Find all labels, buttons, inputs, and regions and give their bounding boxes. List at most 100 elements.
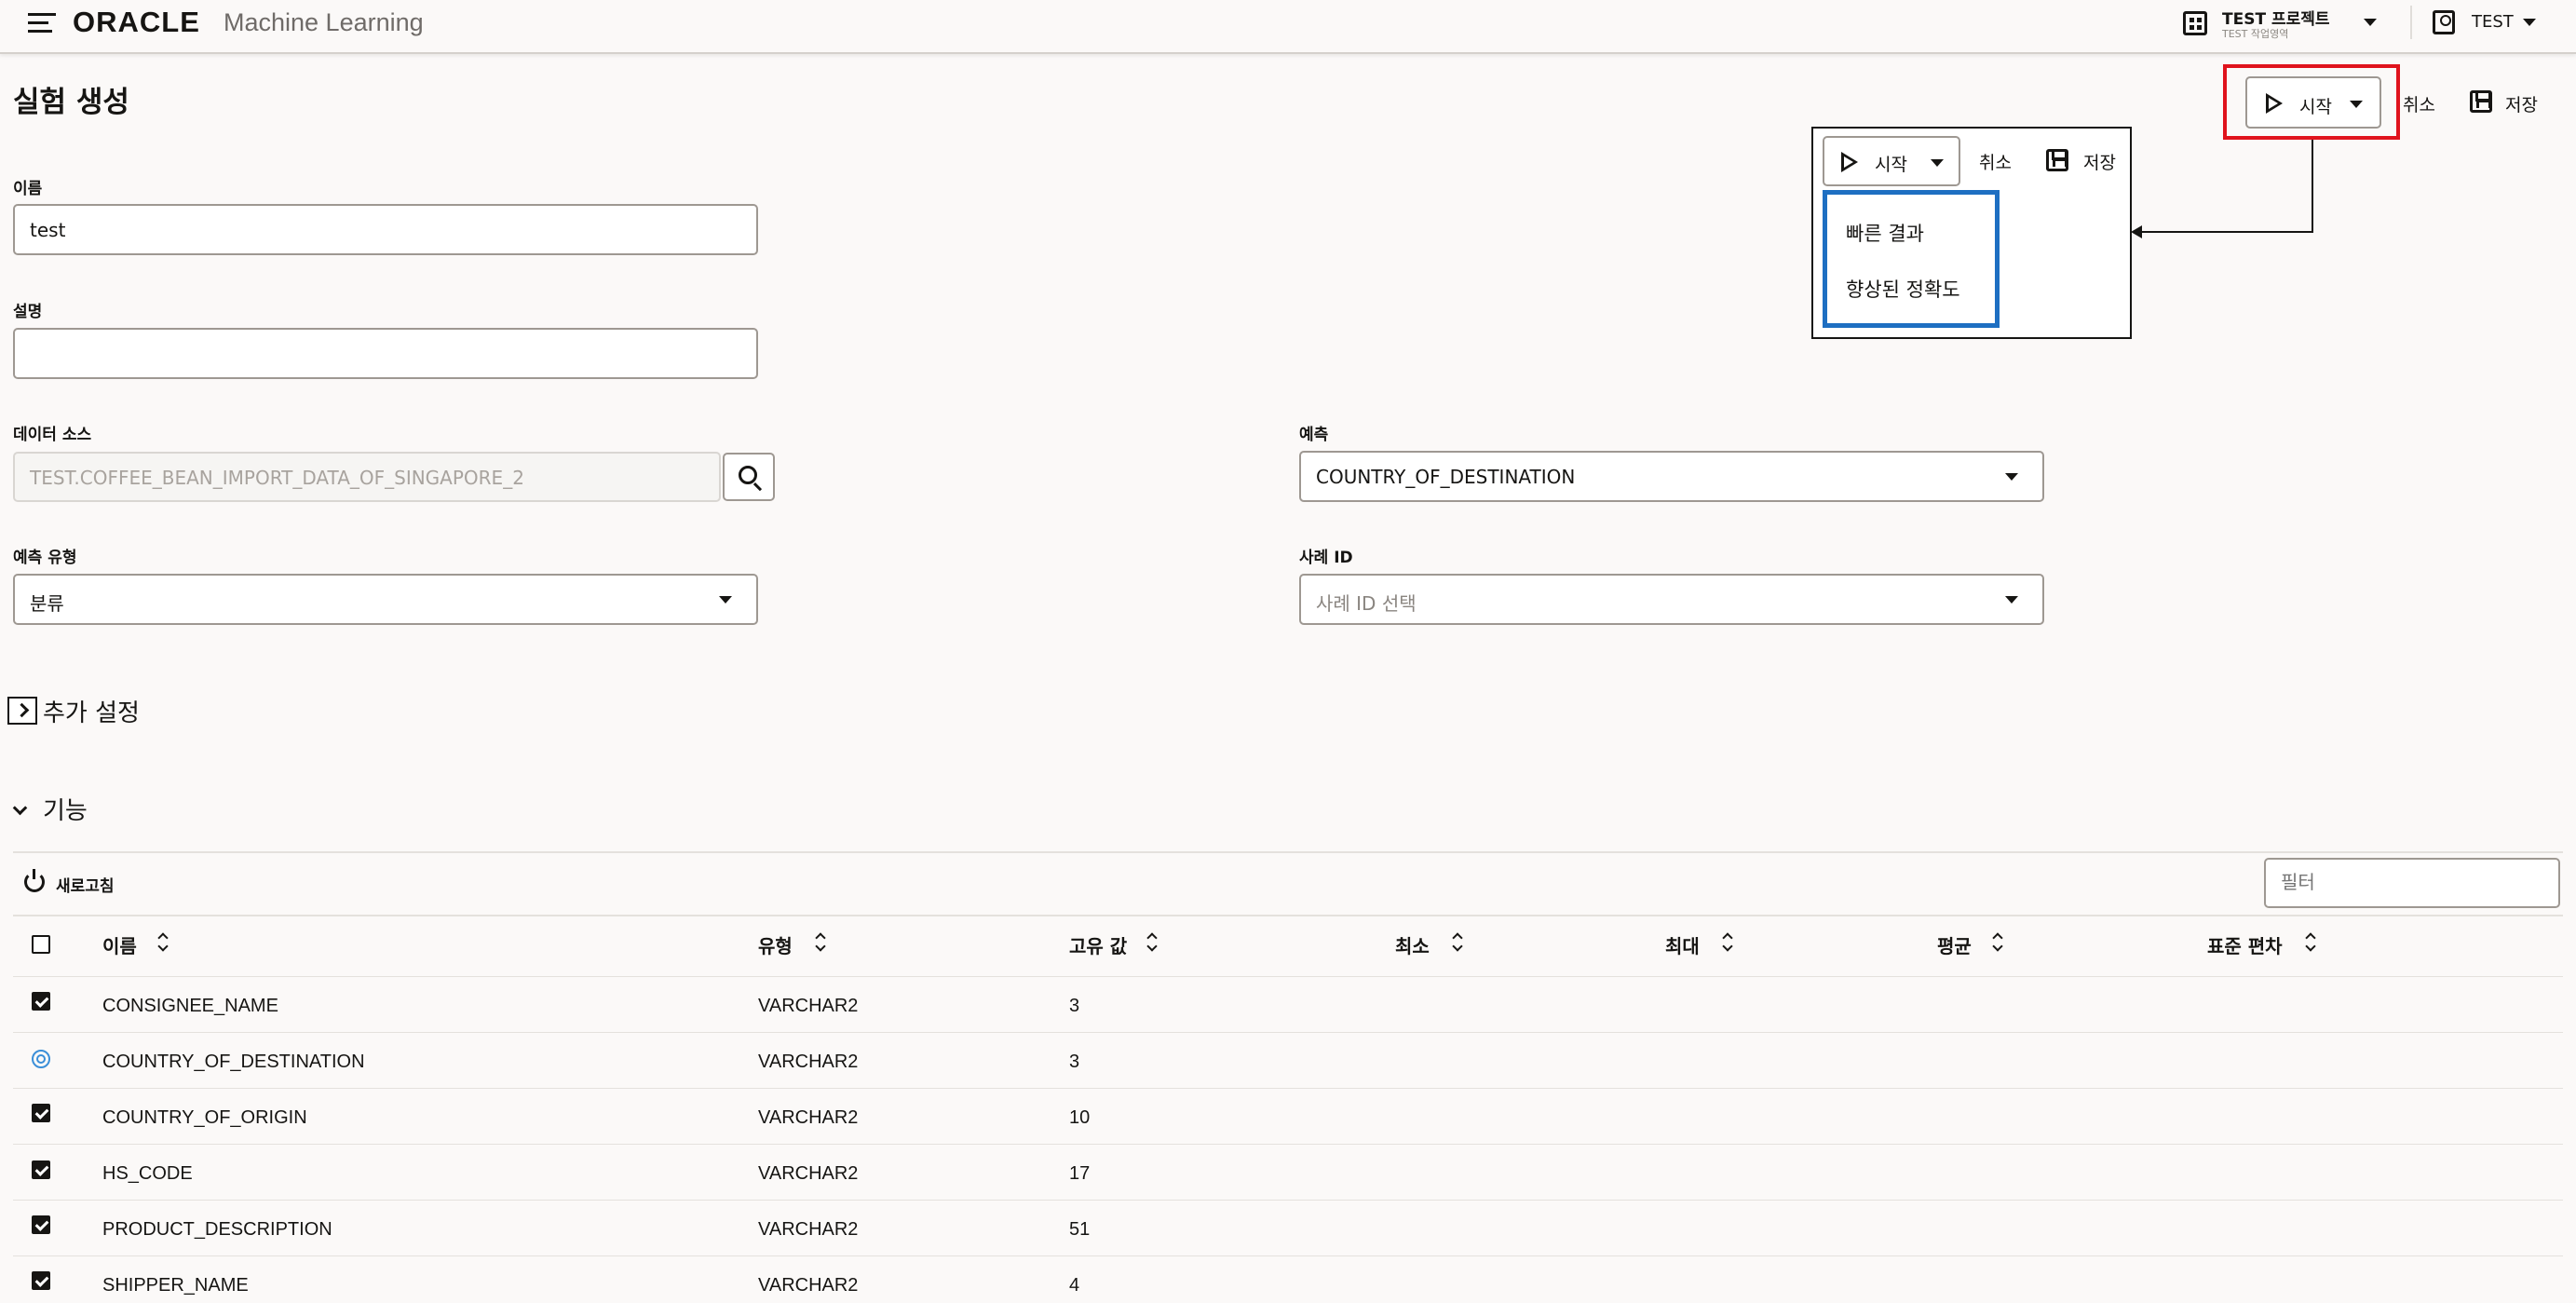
app-header: ORACLE Machine Learning TEST 프로젝트 TEST 작… [0, 0, 2576, 54]
row-name: SHIPPER_NAME [102, 1275, 249, 1296]
row-divider [13, 1032, 2563, 1033]
column-header-unique[interactable]: 고유 값 [1069, 931, 1127, 958]
row-unique: 10 [1069, 1107, 1091, 1128]
description-label: 설명 [13, 303, 43, 321]
column-header-min[interactable]: 최소 [1395, 931, 1430, 958]
row-name: PRODUCT_DESCRIPTION [102, 1219, 332, 1240]
chevron-down-icon [2005, 596, 2018, 604]
callout-save-label: 저장 [2083, 153, 2116, 173]
save-button[interactable]: 저장 [2505, 91, 2538, 116]
row-unique: 51 [1069, 1219, 1091, 1240]
row-name: COUNTRY_OF_DESTINATION [102, 1052, 365, 1072]
refresh-icon[interactable] [24, 869, 45, 892]
save-icon[interactable] [2470, 90, 2492, 113]
row-unique: 17 [1069, 1163, 1091, 1184]
chevron-right-icon [14, 702, 30, 718]
start-button-highlight [2223, 64, 2400, 140]
chevron-down-icon [2005, 473, 2018, 481]
row-checkbox[interactable] [32, 992, 50, 1011]
toolbar-divider [13, 915, 2563, 916]
name-value: test [30, 219, 66, 241]
filter-input[interactable] [2264, 858, 2560, 908]
user-dropdown-icon[interactable] [2523, 19, 2536, 26]
case-id-placeholder: 사례 ID 선택 [1316, 592, 1417, 615]
row-unique: 3 [1069, 996, 1080, 1016]
predict-label: 예측 [1299, 426, 1329, 444]
row-type: VARCHAR2 [758, 1219, 859, 1240]
callout-cancel-label: 취소 [1979, 153, 2012, 173]
row-unique: 4 [1069, 1275, 1080, 1296]
row-divider [13, 1255, 2563, 1256]
sort-icon[interactable] [1993, 934, 2002, 951]
target-icon [32, 1050, 50, 1068]
section-divider [13, 851, 2563, 853]
sort-icon[interactable] [2306, 934, 2315, 951]
predict-select[interactable]: COUNTRY_OF_DESTINATION [1299, 451, 2044, 502]
user-name[interactable]: TEST [2472, 12, 2514, 32]
search-icon [739, 466, 757, 484]
cancel-button[interactable]: 취소 [2403, 91, 2435, 116]
callout-start-label: 시작 [1875, 155, 1907, 175]
description-field[interactable] [13, 328, 758, 379]
predict-type-value: 분류 [30, 592, 64, 615]
row-name: CONSIGNEE_NAME [102, 996, 278, 1016]
app-name: Machine Learning [224, 8, 424, 36]
project-dropdown-icon[interactable] [2364, 19, 2377, 26]
start-menu-highlight: 빠른 결과 향상된 정확도 [1823, 190, 2000, 328]
datasource-search-button[interactable] [723, 453, 775, 501]
chevron-down-icon[interactable] [12, 800, 28, 816]
row-checkbox[interactable] [32, 1215, 50, 1234]
select-all-checkbox[interactable] [32, 935, 50, 954]
datasource-field: TEST.COFFEE_BEAN_IMPORT_DATA_OF_SINGAPOR… [13, 452, 721, 502]
oracle-logo: ORACLE [73, 6, 200, 38]
sort-icon[interactable] [158, 934, 168, 951]
row-divider [13, 1200, 2563, 1201]
row-checkbox[interactable] [32, 1271, 50, 1290]
column-header-max[interactable]: 최대 [1665, 931, 1700, 958]
row-type: VARCHAR2 [758, 996, 859, 1016]
column-header-mean[interactable]: 평균 [1937, 931, 1972, 958]
row-divider [13, 1144, 2563, 1145]
predict-type-label: 예측 유형 [13, 549, 77, 567]
datasource-label: 데이터 소스 [13, 426, 92, 444]
case-id-label: 사례 ID [1299, 549, 1353, 567]
additional-settings-title[interactable]: 추가 설정 [43, 694, 140, 728]
row-type: VARCHAR2 [758, 1275, 859, 1296]
sort-icon[interactable] [1453, 934, 1462, 951]
column-header-stddev[interactable]: 표준 편차 [2207, 931, 2283, 958]
row-checkbox[interactable] [32, 1160, 50, 1179]
column-header-type[interactable]: 유형 [758, 931, 793, 958]
project-grid-icon[interactable] [2183, 11, 2207, 35]
save-icon [2046, 149, 2068, 171]
sort-icon[interactable] [816, 934, 825, 951]
hamburger-menu-icon[interactable] [28, 13, 56, 34]
name-field[interactable]: test [13, 204, 758, 255]
header-divider [2410, 6, 2412, 39]
menu-item-improved-accuracy[interactable]: 향상된 정확도 [1846, 275, 1960, 303]
page-title: 실험 생성 [13, 86, 129, 119]
row-type: VARCHAR2 [758, 1163, 859, 1184]
row-checkbox[interactable] [32, 1104, 50, 1122]
datasource-value: TEST.COFFEE_BEAN_IMPORT_DATA_OF_SINGAPOR… [30, 467, 524, 489]
case-id-select[interactable]: 사례 ID 선택 [1299, 574, 2044, 625]
callout-start-button[interactable]: 시작 [1823, 136, 1960, 186]
refresh-button[interactable]: 새로고침 [56, 873, 115, 896]
predict-type-select[interactable]: 분류 [13, 574, 758, 625]
row-name: COUNTRY_OF_ORIGIN [102, 1107, 307, 1128]
play-icon [1841, 152, 1858, 172]
row-name: HS_CODE [102, 1163, 193, 1184]
features-title[interactable]: 기능 [43, 792, 88, 826]
additional-settings-toggle[interactable] [7, 697, 37, 725]
sort-icon[interactable] [1723, 934, 1732, 951]
header-divider [13, 976, 2563, 977]
user-avatar-icon[interactable] [2433, 10, 2455, 34]
row-type: VARCHAR2 [758, 1052, 859, 1072]
column-header-name[interactable]: 이름 [102, 931, 137, 958]
name-label: 이름 [13, 180, 43, 198]
row-unique: 3 [1069, 1052, 1080, 1072]
row-divider [13, 1088, 2563, 1089]
menu-item-quick-results[interactable]: 빠른 결과 [1846, 219, 1924, 247]
workspace-name: TEST 작업영역 [2222, 28, 2289, 40]
sort-icon[interactable] [1147, 934, 1157, 951]
start-menu-callout: 시작 취소 저장 빠른 결과 향상된 정확도 [1811, 127, 2132, 339]
